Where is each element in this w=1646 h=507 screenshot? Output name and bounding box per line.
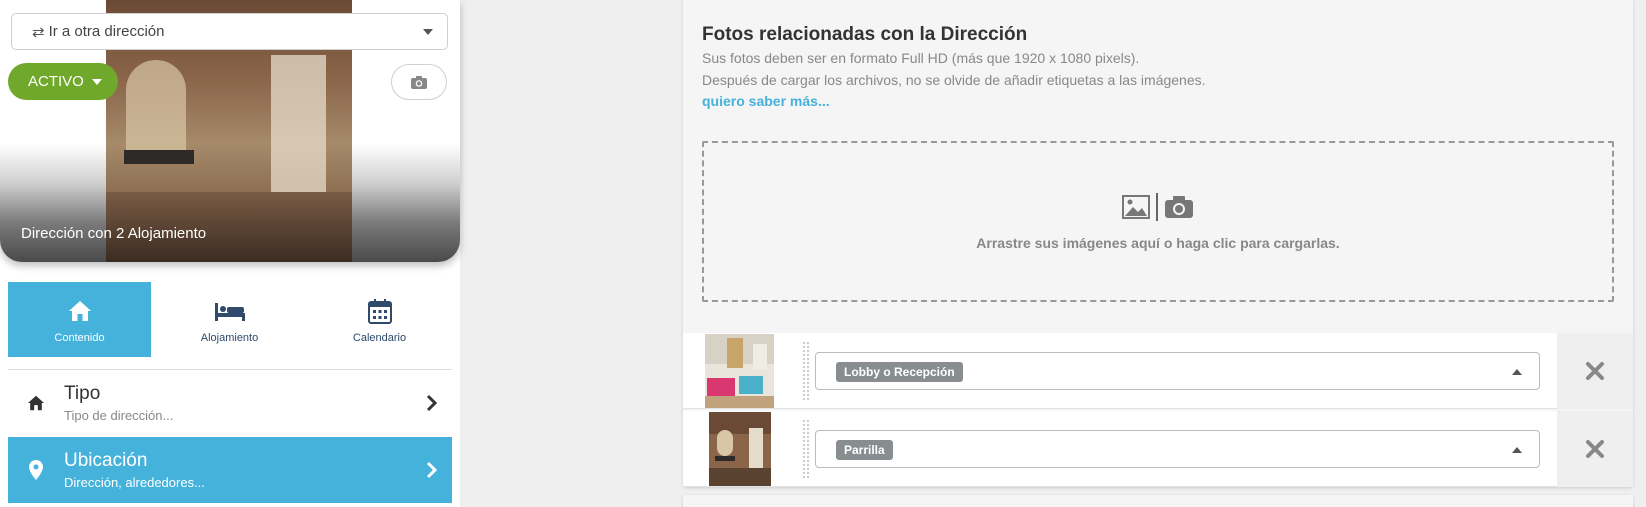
photo-row: Parrilla <box>683 411 1633 487</box>
home-icon <box>28 395 44 411</box>
close-icon <box>1586 440 1604 458</box>
chevron-right-icon <box>426 394 438 412</box>
camera-icon <box>411 75 427 89</box>
tag-chip[interactable]: Lobby o Recepción <box>836 362 963 382</box>
swap-arrows-icon: ⇄ <box>32 23 45 41</box>
chevron-right-icon <box>426 461 438 479</box>
photos-card: Fotos relacionadas con la Dirección Sus … <box>683 0 1633 487</box>
hero-caption: Dirección con 2 Alojamiento <box>21 225 207 242</box>
tab-label: Calendario <box>352 331 407 344</box>
photo-thumbnail[interactable] <box>709 412 771 486</box>
image-icon <box>1122 194 1150 219</box>
goto-address-select[interactable]: ⇄ Ir a otra dirección <box>11 13 448 50</box>
menu-item-subtitle: Tipo de dirección... <box>64 408 174 423</box>
upload-dropzone[interactable]: Arrastre sus imágenes aquí o haga clic p… <box>702 141 1614 302</box>
help-text-format: Sus fotos deben ser en formato Full HD (… <box>702 50 1140 66</box>
bed-icon <box>214 302 245 321</box>
menu-item-subtitle: Dirección, alrededores... <box>64 475 205 490</box>
section-tabs: Contenido Alojamiento Calendario <box>8 282 452 357</box>
remove-photo-button[interactable] <box>1557 411 1633 487</box>
lobby-photo <box>705 334 774 408</box>
tab-label: Contenido <box>54 331 105 344</box>
dropzone-text: Arrastre sus imágenes aquí o haga clic p… <box>976 234 1340 251</box>
camera-icon <box>1165 195 1193 218</box>
map-pin-icon <box>29 460 43 480</box>
tab-contenido[interactable]: Contenido <box>8 282 151 357</box>
menu-item-ubicacion[interactable]: Ubicación Dirección, alrededores... <box>8 437 452 503</box>
calendar-icon <box>367 298 392 324</box>
chevron-up-icon <box>1512 447 1522 453</box>
help-text-tags: Después de cargar los archivos, no se ol… <box>702 72 1206 88</box>
goto-address-label: Ir a otra dirección <box>48 23 165 40</box>
chevron-up-icon <box>1512 369 1522 375</box>
learn-more-link[interactable]: quiero saber más... <box>702 93 830 109</box>
section-title: Fotos relacionadas con la Dirección <box>702 24 1028 45</box>
change-cover-button[interactable] <box>391 64 447 100</box>
home-icon <box>68 300 91 321</box>
remove-photo-button[interactable] <box>1557 333 1633 409</box>
left-panel: Dirección con 2 Alojamiento ⇄ Ir a otra … <box>0 0 460 507</box>
tag-select[interactable]: Lobby o Recepción <box>815 352 1540 390</box>
status-label: ACTIVO <box>28 73 84 90</box>
menu-item-tipo[interactable]: Tipo Tipo de dirección... <box>8 370 452 436</box>
chevron-down-icon <box>423 29 433 35</box>
tab-calendario[interactable]: Calendario <box>308 282 451 357</box>
divider <box>1156 192 1158 221</box>
tag-select[interactable]: Parrilla <box>815 430 1540 468</box>
tag-chip[interactable]: Parrilla <box>836 440 893 460</box>
drag-handle[interactable] <box>802 341 810 401</box>
photo-row: Lobby o Recepción <box>683 333 1633 409</box>
next-card <box>683 495 1633 507</box>
tab-label: Alojamiento <box>200 331 259 344</box>
tab-alojamiento[interactable]: Alojamiento <box>158 282 301 357</box>
photo-thumbnail[interactable] <box>705 334 774 408</box>
status-dropdown-button[interactable]: ACTIVO <box>8 63 118 100</box>
close-icon <box>1586 362 1604 380</box>
menu-item-title: Tipo <box>64 383 101 404</box>
menu-item-title: Ubicación <box>64 450 148 471</box>
drag-handle[interactable] <box>802 419 810 479</box>
caret-down-icon <box>91 78 102 85</box>
parrilla-photo <box>709 412 771 486</box>
